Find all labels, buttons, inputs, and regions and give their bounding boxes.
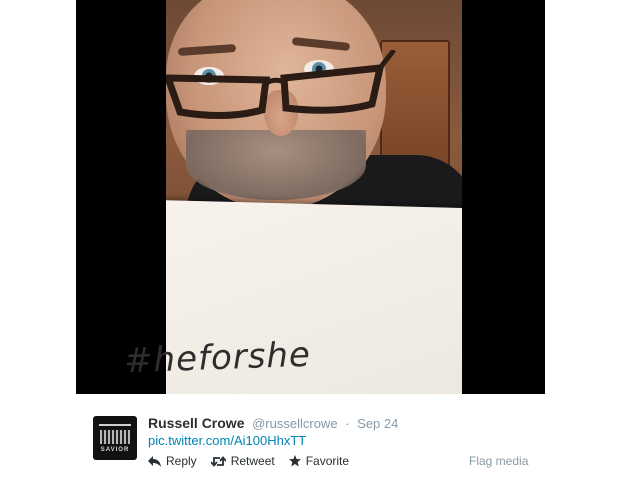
retweet-button[interactable]: Retweet	[210, 454, 275, 468]
favorite-button[interactable]: Favorite	[288, 454, 350, 468]
glasses	[166, 50, 396, 120]
reply-label: Reply	[166, 454, 197, 468]
right-eyebrow	[291, 36, 351, 52]
avatar[interactable]: SAVIOR	[93, 416, 137, 460]
star-icon	[288, 455, 301, 467]
user-screenname[interactable]: @russellcrowe	[252, 416, 337, 431]
beard	[186, 130, 366, 200]
retweet-label: Retweet	[230, 454, 275, 468]
tweet-timestamp[interactable]: Sep 24	[357, 416, 398, 431]
retweet-icon	[210, 455, 226, 467]
tweet-header: Russell Crowe @russellcrowe · Sep 24	[148, 415, 398, 431]
face	[166, 0, 396, 210]
avatar-rule	[99, 424, 131, 426]
user-fullname[interactable]: Russell Crowe	[148, 415, 244, 431]
reply-icon	[148, 455, 161, 467]
tweet-media[interactable]: #heforshe	[76, 0, 545, 394]
favorite-label: Favorite	[305, 454, 350, 468]
separator-dot: ·	[345, 416, 350, 431]
avatar-logo	[100, 430, 130, 444]
avatar-text: SAVIOR	[100, 447, 130, 453]
media-link[interactable]: pic.twitter.com/Ai100HhxTT	[148, 433, 306, 448]
handwritten-hashtag: #heforshe	[123, 334, 312, 382]
reply-button[interactable]: Reply	[148, 454, 197, 468]
flag-media-link[interactable]: Flag media	[469, 454, 528, 468]
tweet-actions: Reply Retweet Favorite	[148, 454, 363, 468]
selfie-photo	[166, 0, 462, 394]
tweet-footer: SAVIOR Russell Crowe @russellcrowe · Sep…	[93, 412, 533, 472]
